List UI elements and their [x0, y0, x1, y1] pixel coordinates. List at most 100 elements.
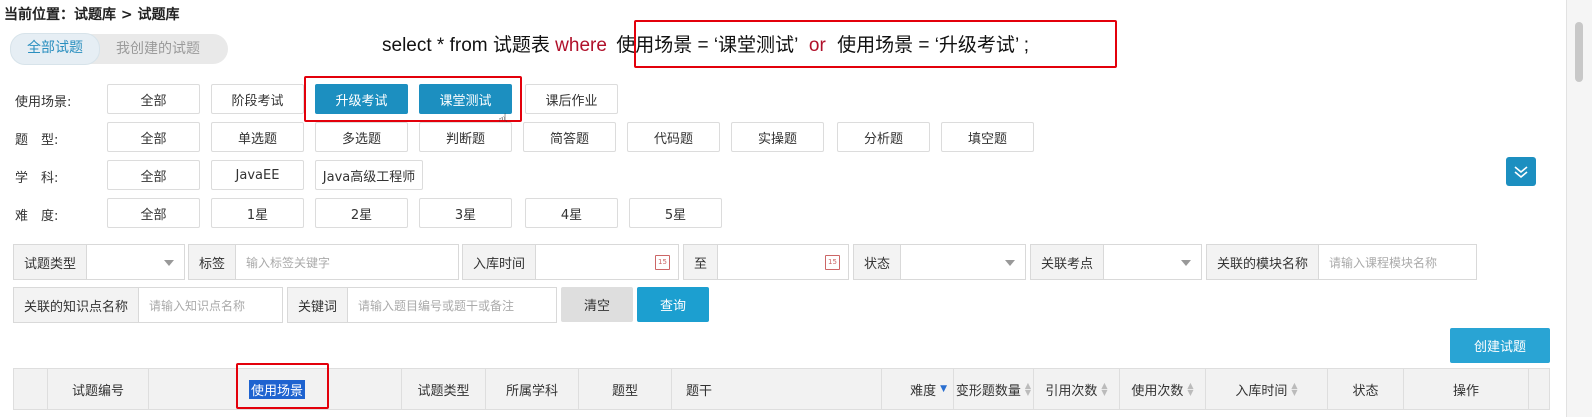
- qtype-option-all[interactable]: 全部: [107, 122, 200, 152]
- tag-input[interactable]: 输入标签关键字: [236, 245, 458, 279]
- column-question-type-label: 试题类型: [417, 383, 470, 399]
- date-to-group: 至 15: [683, 244, 849, 280]
- subject-option-java-senior[interactable]: Java高级工程师: [315, 160, 423, 190]
- question-tabs: 全部试题 我创建的试题: [10, 33, 228, 65]
- column-actions: 操作: [1404, 369, 1529, 409]
- qtype-select-label: 试题类型: [14, 245, 88, 279]
- column-usage-count[interactable]: 使用次数 ▲ ▼: [1120, 369, 1206, 409]
- difficulty-option-3star[interactable]: 3星: [419, 198, 512, 228]
- subject-option-javaee[interactable]: JavaEE: [211, 160, 304, 190]
- calendar-icon[interactable]: 15: [825, 255, 840, 270]
- qtype-option-multiple[interactable]: 多选题: [315, 122, 408, 152]
- difficulty-option-all[interactable]: 全部: [107, 198, 200, 228]
- expand-filters-button[interactable]: [1506, 157, 1536, 186]
- date-to-input[interactable]: 15: [718, 245, 848, 279]
- column-status[interactable]: 状态: [1328, 369, 1404, 409]
- clear-button[interactable]: 清空: [561, 287, 633, 322]
- scene-filter-label: 使用场景:: [15, 95, 72, 110]
- sort-icon[interactable]: ▲ ▼: [1187, 382, 1193, 397]
- tag-field-group: 标签 输入标签关键字: [188, 244, 459, 280]
- scene-option-homework[interactable]: 课后作业: [525, 84, 618, 114]
- qtype-option-practice[interactable]: 实操题: [731, 122, 824, 152]
- status-select[interactable]: [901, 245, 1025, 279]
- column-question-type[interactable]: 试题类型: [402, 369, 486, 409]
- status-select-group: 状态: [853, 244, 1026, 280]
- scrollbar-thumb[interactable]: [1575, 22, 1583, 82]
- keyword-input[interactable]: 请输入题目编号或题干或备注: [348, 288, 556, 322]
- date-from-group: 入库时间 15: [462, 244, 679, 280]
- qtype-option-analysis[interactable]: 分析题: [837, 122, 930, 152]
- column-variant-count-label: 变形题数量: [955, 383, 1021, 399]
- difficulty-filter-label: 难 度:: [15, 209, 59, 224]
- status-select-label: 状态: [854, 245, 902, 279]
- scene-highlight-box: [304, 76, 522, 122]
- qtype-option-code[interactable]: 代码题: [627, 122, 720, 152]
- tab-my-questions[interactable]: 我创建的试题: [100, 34, 216, 64]
- qtype-filter-label: 题 型:: [15, 133, 59, 148]
- knowledge-field-group: 关联的知识点名称 请输入知识点名称: [13, 287, 283, 323]
- point-select-group: 关联考点: [1030, 244, 1202, 280]
- knowledge-input[interactable]: 请输入知识点名称: [139, 288, 282, 322]
- difficulty-option-1star[interactable]: 1星: [211, 198, 304, 228]
- calendar-icon[interactable]: 15: [655, 255, 670, 270]
- date-from-label: 入库时间: [463, 245, 537, 279]
- column-difficulty[interactable]: 难度 ▼: [882, 369, 954, 409]
- column-subject[interactable]: 所属学科: [486, 369, 579, 409]
- qtype-option-fill-blank[interactable]: 填空题: [941, 122, 1034, 152]
- breadcrumb: 当前位置：试题库 > 试题库: [4, 7, 180, 23]
- module-label: 关联的模块名称: [1207, 245, 1320, 279]
- column-storage-time[interactable]: 入库时间 ▲ ▼: [1206, 369, 1328, 409]
- query-button[interactable]: 查询: [637, 287, 709, 322]
- column-qtype[interactable]: 题型: [579, 369, 672, 409]
- module-field-group: 关联的模块名称 请输入课程模块名称: [1206, 244, 1477, 280]
- column-reference-count[interactable]: 引用次数 ▲ ▼: [1034, 369, 1120, 409]
- column-actions-label: 操作: [1452, 383, 1479, 399]
- scene-option-stage-exam[interactable]: 阶段考试: [211, 84, 304, 114]
- qtype-select-group: 试题类型: [13, 244, 185, 280]
- sort-icon[interactable]: ▲ ▼: [1291, 382, 1297, 397]
- difficulty-option-5star[interactable]: 5星: [629, 198, 722, 228]
- column-question-id[interactable]: 试题编号: [48, 369, 149, 409]
- column-reference-count-label: 引用次数: [1045, 383, 1098, 399]
- sql-where: where: [555, 35, 607, 56]
- keyword-label: 关键词: [288, 288, 349, 322]
- dropdown-caret-icon: [1005, 260, 1015, 266]
- sort-icon[interactable]: ▲ ▼: [1101, 382, 1107, 397]
- qtype-option-single[interactable]: 单选题: [211, 122, 304, 152]
- create-question-button[interactable]: 创建试题: [1450, 328, 1550, 363]
- column-stem-label: 题干: [686, 383, 713, 399]
- scene-option-all[interactable]: 全部: [107, 84, 200, 114]
- date-to-label: 至: [684, 245, 719, 279]
- dropdown-caret-icon: [1181, 260, 1191, 266]
- qtype-select[interactable]: [87, 245, 184, 279]
- column-storage-time-label: 入库时间: [1235, 383, 1288, 399]
- dropdown-caret-icon: [164, 260, 174, 266]
- tab-all-questions[interactable]: 全部试题: [10, 33, 100, 65]
- tag-label: 标签: [189, 245, 237, 279]
- knowledge-label: 关联的知识点名称: [14, 288, 140, 322]
- module-input[interactable]: 请输入课程模块名称: [1319, 245, 1476, 279]
- subject-option-all[interactable]: 全部: [107, 160, 200, 190]
- column-status-label: 状态: [1352, 383, 1379, 399]
- difficulty-option-4star[interactable]: 4星: [525, 198, 618, 228]
- difficulty-option-2star[interactable]: 2星: [315, 198, 408, 228]
- select-all-column[interactable]: [14, 369, 48, 409]
- qtype-option-short-answer[interactable]: 简答题: [523, 122, 616, 152]
- date-from-input[interactable]: 15: [536, 245, 678, 279]
- sort-icon[interactable]: ▲ ▼: [1025, 382, 1031, 397]
- column-difficulty-label: 难度: [910, 383, 937, 399]
- qtype-option-judge[interactable]: 判断题: [419, 122, 512, 152]
- point-select[interactable]: [1104, 245, 1201, 279]
- subject-filter-label: 学 科:: [15, 171, 59, 186]
- column-subject-label: 所属学科: [505, 383, 558, 399]
- column-usage-count-label: 使用次数: [1131, 383, 1184, 399]
- usage-scene-highlight-box: [236, 363, 329, 409]
- column-stem[interactable]: 题干: [672, 369, 882, 409]
- sql-prefix: select * from 试题表: [382, 35, 556, 56]
- column-variant-count[interactable]: 变形题数量 ▲ ▼: [954, 369, 1034, 409]
- sql-highlight-box: [634, 20, 1117, 68]
- chevron-double-down-icon: [1514, 165, 1528, 178]
- page-scrollbar[interactable]: [1566, 0, 1592, 417]
- column-qtype-label: 题型: [611, 383, 638, 399]
- sort-desc-icon[interactable]: ▼: [940, 384, 947, 394]
